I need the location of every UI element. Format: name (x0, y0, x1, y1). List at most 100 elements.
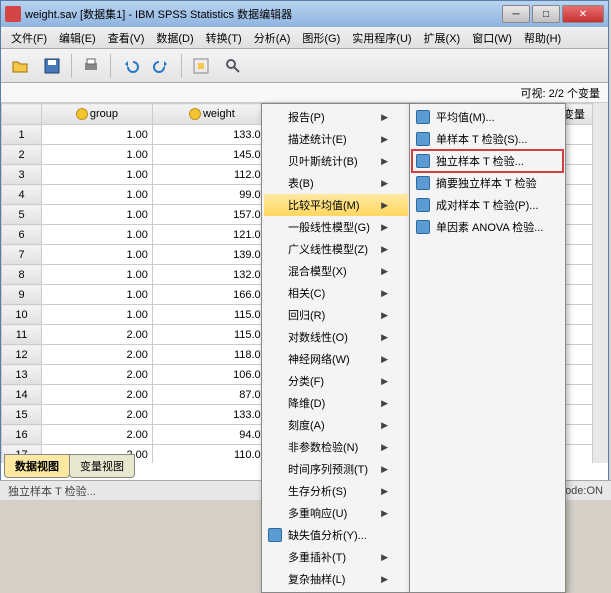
open-icon[interactable] (5, 52, 35, 80)
cell[interactable]: 1.00 (42, 125, 153, 145)
cell[interactable]: 121.00 (152, 225, 271, 245)
close-button[interactable]: ✕ (562, 5, 604, 23)
tab-data-view[interactable]: 数据视图 (4, 454, 70, 478)
menu-10[interactable]: 帮助(H) (518, 28, 567, 48)
goto-icon[interactable] (186, 52, 216, 80)
menu-8[interactable]: 扩展(X) (418, 28, 467, 48)
cell[interactable]: 2.00 (42, 345, 153, 365)
analyze-item[interactable]: 比较平均值(M)▶ (264, 194, 408, 216)
compare-item[interactable]: 平均值(M)... (412, 106, 563, 128)
row-header[interactable]: 9 (2, 285, 42, 305)
analyze-item[interactable]: 表(B)▶ (264, 172, 408, 194)
menu-0[interactable]: 文件(F) (5, 28, 53, 48)
analyze-item[interactable]: 回归(R)▶ (264, 304, 408, 326)
cell[interactable]: 2.00 (42, 385, 153, 405)
row-header[interactable]: 1 (2, 125, 42, 145)
analyze-item[interactable]: 时间序列预测(T)▶ (264, 458, 408, 480)
cell[interactable]: 132.00 (152, 265, 271, 285)
row-header[interactable]: 2 (2, 145, 42, 165)
menu-3[interactable]: 数据(D) (150, 28, 199, 48)
analyze-item[interactable]: 相关(C)▶ (264, 282, 408, 304)
row-header[interactable]: 15 (2, 405, 42, 425)
analyze-item[interactable]: 生存分析(S)▶ (264, 480, 408, 502)
menu-4[interactable]: 转换(T) (200, 28, 248, 48)
menu-7[interactable]: 实用程序(U) (346, 28, 417, 48)
cell[interactable]: 2.00 (42, 425, 153, 445)
minimize-button[interactable]: ─ (502, 5, 530, 23)
cell[interactable]: 112.00 (152, 165, 271, 185)
cell[interactable]: 110.00 (152, 445, 271, 464)
analyze-item[interactable]: 广义线性模型(Z)▶ (264, 238, 408, 260)
analyze-item[interactable]: 多重响应(U)▶ (264, 502, 408, 524)
row-header[interactable]: 12 (2, 345, 42, 365)
compare-item[interactable]: 摘要独立样本 T 检验 (412, 172, 563, 194)
row-header[interactable]: 7 (2, 245, 42, 265)
row-header[interactable]: 3 (2, 165, 42, 185)
cell[interactable]: 94.00 (152, 425, 271, 445)
cell[interactable]: 1.00 (42, 225, 153, 245)
row-header[interactable]: 13 (2, 365, 42, 385)
redo-icon[interactable] (147, 52, 177, 80)
analyze-item[interactable]: 贝叶斯统计(B)▶ (264, 150, 408, 172)
row-header[interactable]: 14 (2, 385, 42, 405)
analyze-item[interactable]: 神经网络(W)▶ (264, 348, 408, 370)
analyze-item[interactable]: 刻度(A)▶ (264, 414, 408, 436)
cell[interactable]: 115.00 (152, 325, 271, 345)
cell[interactable]: 2.00 (42, 325, 153, 345)
cell[interactable]: 115.00 (152, 305, 271, 325)
row-header[interactable]: 8 (2, 265, 42, 285)
analyze-item[interactable]: 复杂抽样(L)▶ (264, 568, 408, 590)
cell[interactable]: 1.00 (42, 165, 153, 185)
menu-9[interactable]: 窗口(W) (466, 28, 518, 48)
row-header[interactable]: 11 (2, 325, 42, 345)
analyze-item[interactable]: 分类(F)▶ (264, 370, 408, 392)
compare-item[interactable]: 单样本 T 检验(S)... (412, 128, 563, 150)
cell[interactable]: 1.00 (42, 205, 153, 225)
analyze-item[interactable]: 描述统计(E)▶ (264, 128, 408, 150)
analyze-item[interactable]: 对数线性(O)▶ (264, 326, 408, 348)
cell[interactable]: 118.00 (152, 345, 271, 365)
menu-6[interactable]: 图形(G) (296, 28, 346, 48)
row-header[interactable]: 16 (2, 425, 42, 445)
cell[interactable]: 106.00 (152, 365, 271, 385)
cell[interactable]: 2.00 (42, 405, 153, 425)
col-header[interactable]: group (42, 104, 153, 125)
analyze-item[interactable]: 非参数检验(N)▶ (264, 436, 408, 458)
col-header[interactable]: weight (152, 104, 271, 125)
scrollbar-vertical[interactable] (592, 103, 608, 463)
analyze-item[interactable]: 报告(P)▶ (264, 106, 408, 128)
cell[interactable]: 133.00 (152, 125, 271, 145)
analyze-item[interactable]: 一般线性模型(G)▶ (264, 216, 408, 238)
print-icon[interactable] (76, 52, 106, 80)
cell[interactable]: 1.00 (42, 145, 153, 165)
menu-1[interactable]: 编辑(E) (53, 28, 102, 48)
menu-2[interactable]: 查看(V) (102, 28, 151, 48)
analyze-item[interactable]: 多重插补(T)▶ (264, 546, 408, 568)
cell[interactable]: 139.00 (152, 245, 271, 265)
cell[interactable]: 1.00 (42, 305, 153, 325)
analyze-item[interactable]: 混合模型(X)▶ (264, 260, 408, 282)
tab-variable-view[interactable]: 变量视图 (69, 454, 135, 478)
row-header[interactable]: 10 (2, 305, 42, 325)
maximize-button[interactable]: □ (532, 5, 560, 23)
row-header[interactable]: 5 (2, 205, 42, 225)
find-icon[interactable] (218, 52, 248, 80)
compare-item[interactable]: 成对样本 T 检验(P)... (412, 194, 563, 216)
compare-item[interactable]: 独立样本 T 检验... (412, 150, 563, 172)
analyze-item[interactable]: 降维(D)▶ (264, 392, 408, 414)
cell[interactable]: 145.00 (152, 145, 271, 165)
row-header[interactable]: 4 (2, 185, 42, 205)
undo-icon[interactable] (115, 52, 145, 80)
compare-item[interactable]: 单因素 ANOVA 检验... (412, 216, 563, 238)
cell[interactable]: 1.00 (42, 185, 153, 205)
cell[interactable]: 1.00 (42, 285, 153, 305)
save-icon[interactable] (37, 52, 67, 80)
cell[interactable]: 133.00 (152, 405, 271, 425)
row-header[interactable]: 6 (2, 225, 42, 245)
cell[interactable]: 87.00 (152, 385, 271, 405)
cell[interactable]: 2.00 (42, 365, 153, 385)
analyze-item[interactable]: 缺失值分析(Y)... (264, 524, 408, 546)
cell[interactable]: 1.00 (42, 265, 153, 285)
cell[interactable]: 166.00 (152, 285, 271, 305)
cell[interactable]: 1.00 (42, 245, 153, 265)
